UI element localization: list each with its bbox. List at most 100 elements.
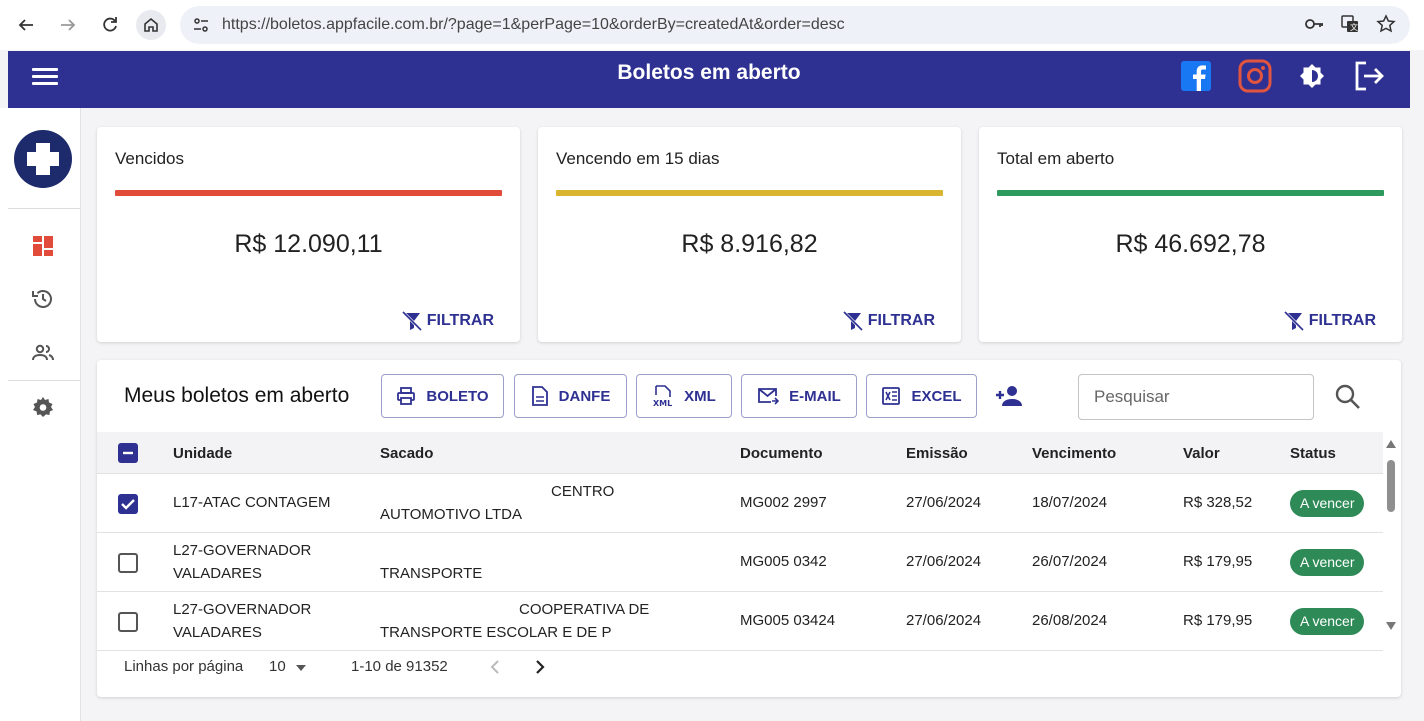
rows-per-page-value: 10 bbox=[269, 658, 286, 675]
row-checkbox[interactable] bbox=[118, 612, 138, 632]
key-icon[interactable] bbox=[1304, 14, 1324, 39]
users-icon[interactable] bbox=[30, 340, 56, 366]
cell-unidade-line2: VALADARES bbox=[173, 624, 262, 641]
cell-sacado-line2: TRANSPORTE bbox=[380, 565, 483, 582]
filter-off-icon bbox=[842, 310, 863, 332]
scrollbar-thumb[interactable] bbox=[1387, 460, 1395, 512]
table-row[interactable]: L17-ATAC CONTAGEM CENTRO AUTOMOTIVO LTDA… bbox=[97, 474, 1383, 533]
summary-card-vencendo: Vencendo em 15 dias R$ 8.916,82 FILTRAR bbox=[538, 127, 961, 342]
status-badge: A vencer bbox=[1290, 549, 1365, 576]
email-button[interactable]: E-MAIL bbox=[741, 374, 857, 418]
column-header-valor[interactable]: Valor bbox=[1183, 445, 1220, 462]
table-row[interactable]: L27-GOVERNADOR VALADARES TRANSPORTE MG00… bbox=[97, 533, 1383, 592]
filter-button[interactable]: FILTRAR bbox=[1283, 310, 1376, 332]
row-checkbox[interactable] bbox=[118, 553, 138, 573]
summary-color-bar bbox=[115, 190, 502, 196]
email-send-icon bbox=[758, 388, 780, 405]
table-title: Meus boletos em aberto bbox=[124, 384, 350, 407]
translate-icon[interactable]: 文 bbox=[1340, 14, 1360, 39]
table-scrollbar[interactable] bbox=[1383, 436, 1397, 634]
summary-label: Total em aberto bbox=[997, 149, 1115, 168]
cell-sacado-line2: AUTOMOTIVO LTDA bbox=[380, 506, 522, 523]
cell-sacado-line2: TRANSPORTE ESCOLAR E DE P bbox=[380, 624, 612, 641]
app-logo[interactable] bbox=[14, 130, 72, 188]
email-label: E-MAIL bbox=[789, 387, 841, 405]
column-header-emissao[interactable]: Emissão bbox=[906, 445, 968, 462]
scroll-down-icon[interactable] bbox=[1386, 622, 1396, 630]
danfe-button[interactable]: DANFE bbox=[514, 374, 627, 418]
cell-sacado-line1: CENTRO bbox=[551, 483, 615, 500]
filter-button[interactable]: FILTRAR bbox=[842, 310, 935, 332]
cell-sacado-line1: COOPERATIVA DE bbox=[519, 601, 650, 618]
next-page-icon[interactable] bbox=[534, 659, 546, 679]
instagram-icon[interactable] bbox=[1238, 59, 1272, 98]
xml-button[interactable]: XML XML bbox=[636, 374, 732, 418]
home-icon[interactable] bbox=[136, 10, 166, 40]
summary-card-vencidos: Vencidos R$ 12.090,11 FILTRAR bbox=[97, 127, 520, 342]
prev-page-icon[interactable] bbox=[489, 659, 501, 679]
summary-label: Vencidos bbox=[115, 149, 184, 168]
search-field[interactable] bbox=[1078, 374, 1314, 420]
status-badge: A vencer bbox=[1290, 490, 1365, 517]
status-badge: A vencer bbox=[1290, 608, 1365, 635]
select-all-checkbox[interactable] bbox=[118, 443, 138, 463]
excel-icon bbox=[882, 387, 901, 405]
url-text: https://boletos.appfacile.com.br/?page=1… bbox=[222, 16, 845, 33]
cell-documento: MG005 0342 bbox=[740, 553, 827, 570]
boleto-label: BOLETO bbox=[426, 387, 489, 405]
cell-emissao: 27/06/2024 bbox=[906, 553, 982, 570]
printer-icon bbox=[397, 387, 416, 405]
bookmark-star-icon[interactable] bbox=[1376, 14, 1396, 39]
cell-vencimento: 26/08/2024 bbox=[1032, 612, 1108, 629]
page-range: 1-10 de 91352 bbox=[351, 658, 448, 675]
address-bar[interactable]: https://boletos.appfacile.com.br/?page=1… bbox=[180, 6, 1410, 44]
back-icon[interactable] bbox=[12, 11, 40, 39]
add-user-icon[interactable] bbox=[995, 384, 1023, 413]
filter-label: FILTRAR bbox=[867, 312, 935, 329]
table-row[interactable]: L27-GOVERNADOR VALADARES COOPERATIVA DE … bbox=[97, 592, 1383, 651]
document-icon bbox=[531, 386, 548, 406]
summary-color-bar bbox=[556, 190, 943, 196]
site-settings-icon[interactable] bbox=[192, 16, 210, 39]
excel-button[interactable]: EXCEL bbox=[866, 374, 977, 418]
filter-label: FILTRAR bbox=[426, 312, 494, 329]
cell-valor: R$ 179,95 bbox=[1183, 612, 1253, 629]
column-header-vencimento[interactable]: Vencimento bbox=[1032, 445, 1116, 462]
boleto-button[interactable]: BOLETO bbox=[381, 374, 504, 418]
filter-off-icon bbox=[1283, 310, 1304, 332]
table-header: Unidade Sacado Documento Emissão Vencime… bbox=[97, 432, 1383, 474]
column-header-unidade[interactable]: Unidade bbox=[173, 445, 232, 462]
row-checkbox[interactable] bbox=[118, 494, 138, 514]
column-header-sacado[interactable]: Sacado bbox=[380, 445, 433, 462]
filter-button[interactable]: FILTRAR bbox=[401, 310, 494, 332]
summary-value: R$ 8.916,82 bbox=[681, 230, 818, 258]
settings-gear-icon[interactable] bbox=[30, 395, 56, 421]
pagination: Linhas por página 10 1-10 de 91352 bbox=[124, 658, 545, 675]
cell-valor: R$ 328,52 bbox=[1183, 494, 1253, 511]
forward-icon[interactable] bbox=[54, 11, 82, 39]
rows-per-page-label: Linhas por página bbox=[124, 658, 244, 675]
summary-value: R$ 12.090,11 bbox=[234, 230, 383, 258]
svg-text:文: 文 bbox=[1350, 22, 1358, 32]
filter-label: FILTRAR bbox=[1308, 312, 1376, 329]
sidebar-divider bbox=[8, 208, 80, 209]
logout-icon[interactable] bbox=[1352, 59, 1386, 98]
search-input[interactable] bbox=[1079, 375, 1313, 419]
column-header-documento[interactable]: Documento bbox=[740, 445, 823, 462]
facebook-icon[interactable] bbox=[1180, 60, 1212, 97]
cell-documento: MG002 2997 bbox=[740, 494, 827, 511]
sidebar bbox=[0, 108, 81, 721]
summary-card-total: Total em aberto R$ 46.692,78 FILTRAR bbox=[979, 127, 1402, 342]
scroll-up-icon[interactable] bbox=[1386, 440, 1396, 448]
reload-icon[interactable] bbox=[96, 11, 124, 39]
theme-toggle-icon[interactable] bbox=[1298, 62, 1326, 95]
history-icon[interactable] bbox=[30, 286, 56, 312]
dashboard-icon[interactable] bbox=[30, 233, 56, 259]
cell-valor: R$ 179,95 bbox=[1183, 553, 1253, 570]
rows-per-page-select[interactable]: 10 bbox=[269, 658, 306, 675]
cell-vencimento: 18/07/2024 bbox=[1032, 494, 1108, 511]
cell-unidade-line2: VALADARES bbox=[173, 565, 262, 582]
column-header-status[interactable]: Status bbox=[1290, 445, 1336, 462]
search-icon[interactable] bbox=[1335, 384, 1361, 415]
summary-value: R$ 46.692,78 bbox=[1115, 230, 1266, 258]
